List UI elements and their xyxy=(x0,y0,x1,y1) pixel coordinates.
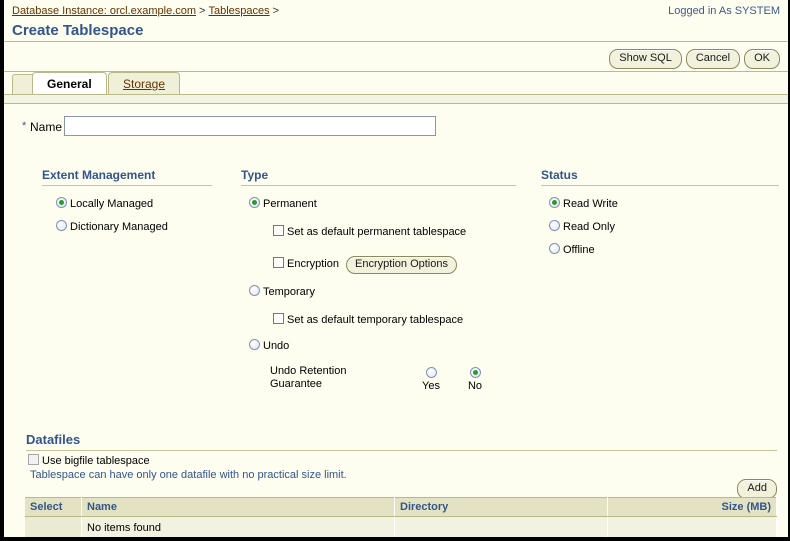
radio-type-temporary[interactable]: Temporary xyxy=(249,285,315,299)
radio-dictionary-managed[interactable]: Dictionary Managed xyxy=(56,220,168,234)
radio-status-offline[interactable]: Offline xyxy=(549,243,595,257)
radio-read-only-label: Read Only xyxy=(563,221,615,233)
column-header-name[interactable]: Name xyxy=(82,498,395,517)
breadcrumb: Database Instance: orcl.example.com>Tabl… xyxy=(12,5,282,17)
section-rule-status xyxy=(541,185,779,186)
datafiles-table-header-row: Select Name Directory Size (MB) xyxy=(25,498,777,517)
radio-dictionary-managed-icon[interactable] xyxy=(56,220,67,231)
radio-temporary-icon[interactable] xyxy=(249,285,260,296)
radio-undo-retention-no-label: No xyxy=(460,380,490,392)
column-header-directory[interactable]: Directory xyxy=(395,498,608,517)
add-datafile-button-wrap: Add xyxy=(737,479,777,499)
cancel-button[interactable]: Cancel xyxy=(686,49,740,69)
section-rule-extent-management xyxy=(42,185,212,186)
radio-type-permanent[interactable]: Permanent xyxy=(249,197,317,211)
tab-general[interactable]: General xyxy=(32,72,107,94)
radio-undo-retention-yes[interactable]: Yes xyxy=(416,367,446,392)
ok-button[interactable]: OK xyxy=(744,49,780,69)
radio-temporary-label: Temporary xyxy=(263,286,315,298)
section-title-extent-management: Extent Management xyxy=(42,168,155,182)
name-field-label: Name xyxy=(30,120,62,134)
tab-storage-label: Storage xyxy=(123,77,165,91)
logged-in-user: Logged in As SYSTEM xyxy=(668,5,780,17)
required-asterisk-icon: * xyxy=(22,120,26,132)
radio-type-undo[interactable]: Undo xyxy=(249,339,289,353)
checkbox-set-default-permanent-icon[interactable] xyxy=(273,225,284,236)
undo-retention-guarantee-label-line1: Undo Retention xyxy=(270,365,346,378)
page-title: Create Tablespace xyxy=(12,22,143,39)
breadcrumb-separator-2: > xyxy=(270,5,282,17)
checkbox-encryption-label: Encryption xyxy=(287,258,339,270)
cell-empty-message: No items found xyxy=(82,517,395,540)
checkbox-set-default-permanent[interactable]: Set as default permanent tablespace xyxy=(273,225,466,238)
breadcrumb-separator-1: > xyxy=(196,5,208,17)
radio-undo-retention-yes-icon[interactable] xyxy=(426,367,437,378)
checkbox-set-default-temporary[interactable]: Set as default temporary tablespace xyxy=(273,313,463,326)
tab-content-top-band xyxy=(4,94,788,104)
radio-offline-icon[interactable] xyxy=(549,243,560,254)
radio-status-read-write[interactable]: Read Write xyxy=(549,197,618,211)
radio-undo-retention-yes-label: Yes xyxy=(416,380,446,392)
radio-read-write-label: Read Write xyxy=(563,198,618,210)
column-header-select[interactable]: Select xyxy=(25,498,82,517)
radio-read-write-icon[interactable] xyxy=(549,197,560,208)
radio-read-only-icon[interactable] xyxy=(549,220,560,231)
checkbox-set-default-temporary-icon[interactable] xyxy=(273,313,284,324)
checkbox-set-default-permanent-label: Set as default permanent tablespace xyxy=(287,226,466,238)
tab-storage[interactable]: Storage xyxy=(108,72,180,94)
cell-select-empty xyxy=(25,517,82,540)
breadcrumb-link-tablespaces[interactable]: Tablespaces xyxy=(208,5,269,17)
section-title-status: Status xyxy=(541,168,578,182)
undo-retention-guarantee-label: Undo Retention Guarantee xyxy=(270,365,346,391)
tab-strip: General Storage xyxy=(4,72,788,95)
checkbox-encryption[interactable]: Encryption Encryption Options xyxy=(273,256,457,274)
show-sql-button[interactable]: Show SQL xyxy=(609,49,682,69)
radio-dictionary-managed-label: Dictionary Managed xyxy=(70,221,168,233)
name-field-row: * Name xyxy=(4,116,788,140)
tab-leading-stub xyxy=(12,74,34,95)
radio-status-read-only[interactable]: Read Only xyxy=(549,220,615,234)
section-title-type: Type xyxy=(241,168,268,182)
radio-offline-label: Offline xyxy=(563,244,595,256)
radio-locally-managed-icon[interactable] xyxy=(56,197,67,208)
radio-locally-managed-label: Locally Managed xyxy=(70,198,153,210)
column-header-size[interactable]: Size (MB) xyxy=(608,498,777,517)
section-rule-datafiles xyxy=(26,450,777,451)
create-tablespace-page: Database Instance: orcl.example.com>Tabl… xyxy=(0,0,790,541)
datafiles-table: Select Name Directory Size (MB) No items… xyxy=(25,497,777,540)
breadcrumb-link-database-instance[interactable]: Database Instance: orcl.example.com xyxy=(12,5,196,17)
checkbox-use-bigfile-tablespace-label: Use bigfile tablespace xyxy=(42,455,150,467)
table-row: No items found xyxy=(25,517,777,540)
name-input[interactable] xyxy=(64,116,436,136)
section-title-datafiles: Datafiles xyxy=(26,432,80,447)
tab-general-label: General xyxy=(47,77,92,91)
radio-permanent-label: Permanent xyxy=(263,198,317,210)
radio-undo-label: Undo xyxy=(263,340,289,352)
section-rule-type xyxy=(241,185,516,186)
radio-permanent-icon[interactable] xyxy=(249,197,260,208)
cell-directory-empty xyxy=(395,517,608,540)
radio-locally-managed[interactable]: Locally Managed xyxy=(56,197,153,211)
header-divider xyxy=(4,41,788,42)
undo-retention-guarantee-label-line2: Guarantee xyxy=(270,378,346,391)
bigfile-help-text: Tablespace can have only one datafile wi… xyxy=(30,469,347,481)
add-datafile-button[interactable]: Add xyxy=(737,479,777,499)
radio-undo-retention-no-icon[interactable] xyxy=(470,367,481,378)
encryption-options-button[interactable]: Encryption Options xyxy=(346,256,457,274)
checkbox-encryption-icon[interactable] xyxy=(273,257,284,268)
checkbox-set-default-temporary-label: Set as default temporary tablespace xyxy=(287,314,463,326)
checkbox-use-bigfile-tablespace-icon[interactable] xyxy=(28,454,39,465)
checkbox-use-bigfile-tablespace[interactable]: Use bigfile tablespace xyxy=(28,454,150,467)
action-button-bar: Show SQLCancelOK xyxy=(605,49,780,69)
radio-undo-icon[interactable] xyxy=(249,339,260,350)
radio-undo-retention-no[interactable]: No xyxy=(460,367,490,392)
cell-size-empty xyxy=(608,517,777,540)
